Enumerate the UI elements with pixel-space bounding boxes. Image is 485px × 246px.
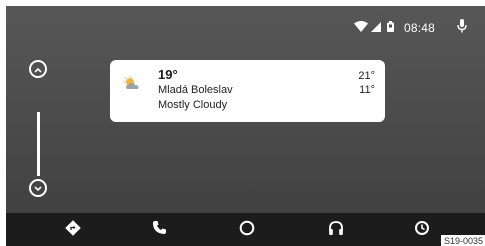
current-temperature: 19°	[158, 67, 178, 82]
headphones-icon	[328, 220, 344, 241]
nav-home-button[interactable]	[238, 220, 256, 241]
high-temperature: 21°	[358, 70, 375, 82]
weather-card[interactable]: 19° Mladá Boleslav Mostly Cloudy 21° 11°	[110, 60, 385, 122]
scrollbar[interactable]	[37, 112, 40, 176]
chevron-up-icon	[34, 60, 42, 78]
status-bar: 08:48	[353, 18, 467, 38]
low-temperature: 11°	[359, 84, 375, 96]
scroll-up-button[interactable]	[29, 60, 47, 78]
microphone-icon[interactable]	[457, 18, 467, 38]
wifi-icon	[353, 19, 368, 37]
cellular-signal-icon	[370, 19, 381, 37]
head-unit-screen: 08:48 19° Mladá Boleslav Mostly Cloudy 2…	[6, 6, 485, 246]
recent-apps-icon	[414, 220, 430, 241]
nav-recent-button[interactable]	[413, 220, 431, 241]
nav-navigation-button[interactable]	[64, 219, 82, 241]
nav-phone-button[interactable]	[150, 221, 168, 239]
battery-icon	[386, 19, 394, 37]
navigation-icon	[65, 219, 81, 241]
home-circle-icon	[239, 220, 255, 241]
partly-cloudy-icon	[123, 76, 141, 95]
figure-code-label: S19-0035	[440, 235, 485, 246]
chevron-down-icon	[34, 179, 42, 197]
bottom-nav-bar	[6, 213, 485, 246]
location-label: Mladá Boleslav	[158, 84, 233, 96]
phone-icon	[152, 220, 167, 240]
clock: 08:48	[403, 21, 435, 35]
nav-audio-button[interactable]	[327, 220, 345, 241]
scroll-down-button[interactable]	[29, 179, 47, 197]
condition-label: Mostly Cloudy	[158, 99, 228, 111]
